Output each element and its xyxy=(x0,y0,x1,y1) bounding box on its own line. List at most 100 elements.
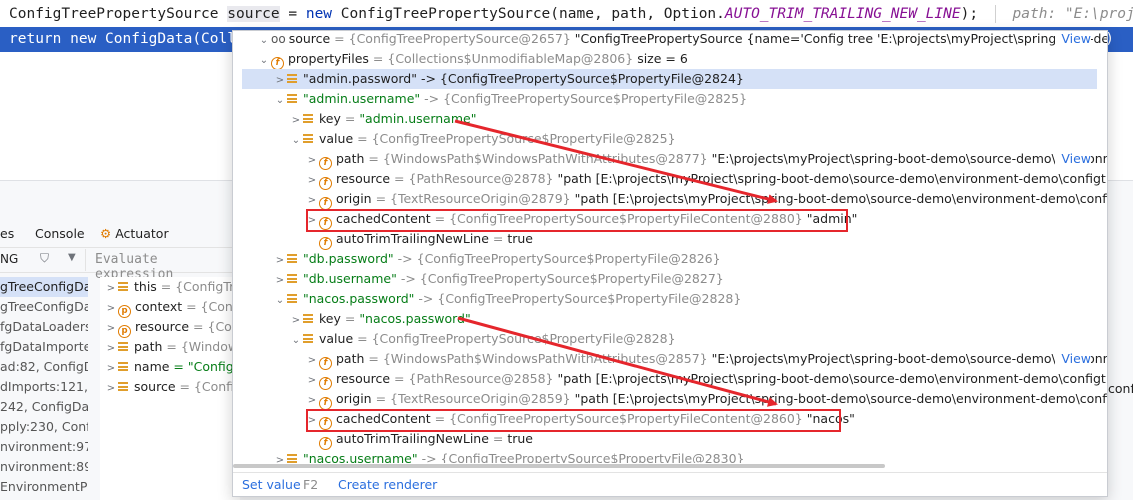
chevron-right-icon[interactable]: > xyxy=(104,299,118,319)
horizontal-scrollbar[interactable] xyxy=(233,463,1107,469)
variable-row[interactable]: > this = {ConfigTr xyxy=(100,277,240,297)
inline-hint-separator xyxy=(994,5,996,23)
tree-row-value[interactable]: ⌄ value = {ConfigTreePropertySource$Prope… xyxy=(233,129,1099,149)
chevron-right-icon[interactable]: > xyxy=(273,451,287,463)
frame-item[interactable]: fgDataLoaders xyxy=(0,317,88,337)
chevron-down-icon[interactable]: ⌄ xyxy=(273,91,287,111)
variable-row[interactable]: > path = {Windows xyxy=(100,337,240,357)
variable-tree[interactable]: ⌄ oo source = {ConfigTreePropertySource@26… xyxy=(233,31,1107,463)
variable-row[interactable]: > source = {Config xyxy=(100,377,240,397)
variable-row[interactable]: >pcontext = {Config xyxy=(100,297,240,319)
object-icon xyxy=(303,134,313,143)
code-variable-source: source xyxy=(227,6,280,22)
chevron-right-icon[interactable]: > xyxy=(305,391,319,411)
tree-row-path[interactable]: > f path = {WindowsPath$WindowsPathWithAtt… xyxy=(233,149,1107,171)
code-constructor: ConfigTreePropertySource(name, path, Opt… xyxy=(332,6,725,22)
tree-row-resource[interactable]: > f resource = {PathResource@2858} "path [… xyxy=(233,369,1107,391)
frame-item[interactable]: nvironment:89, xyxy=(0,457,88,477)
tab-console[interactable]: Console xyxy=(35,226,85,241)
frame-item[interactable]: EnvironmentPre xyxy=(0,477,88,497)
variable-row[interactable]: > name = "Config t xyxy=(100,357,240,377)
frame-item[interactable]: ad:82, ConfigD xyxy=(0,357,88,377)
chevron-down-icon[interactable]: ⌄ xyxy=(273,291,287,311)
tree-row-autotrim[interactable]: f autoTrimTrailingNewLine = true xyxy=(233,229,1099,250)
tree-row-db-username[interactable]: > "db.username" -> {ConfigTreePropertySou… xyxy=(233,269,1099,289)
frame-item[interactable]: dImports:121, C xyxy=(0,377,88,397)
chevron-right-icon[interactable]: > xyxy=(104,359,118,379)
variable-name: path xyxy=(134,339,163,354)
chevron-down-icon[interactable]: ▼ xyxy=(68,252,76,263)
chevron-right-icon[interactable]: > xyxy=(273,71,287,91)
inline-debug-hint: path: "E:\projects\myPr xyxy=(1012,6,1133,22)
scrollbar-thumb[interactable] xyxy=(233,464,885,468)
frame-item[interactable]: gTreeConfigDa xyxy=(0,297,88,317)
row-name: path xyxy=(336,151,365,166)
chevron-right-icon[interactable]: > xyxy=(305,351,319,371)
chevron-right-icon[interactable]: > xyxy=(305,151,319,171)
chevron-right-icon[interactable]: > xyxy=(273,271,287,291)
filter-icon[interactable]: ⛉ xyxy=(40,251,49,266)
view-link[interactable]: View xyxy=(1055,149,1091,169)
tree-row-admin-password[interactable]: > "admin.password" -> {ConfigTreeProperty… xyxy=(242,69,1097,89)
chevron-down-icon[interactable]: ⌄ xyxy=(257,31,271,51)
view-link[interactable]: View xyxy=(1055,349,1091,369)
code-keyword-new: new xyxy=(305,6,333,22)
tab-actuator[interactable]: ⚙ Actuator xyxy=(100,226,169,241)
tree-row-origin[interactable]: > f origin = {TextResourceOrigin@2879} "pa… xyxy=(233,189,1107,211)
tree-row-key[interactable]: > key = "admin.username" xyxy=(233,109,1099,129)
tree-row-nacos-username[interactable]: > "nacos.username" -> {ConfigTreeProperty… xyxy=(233,449,1099,463)
frame-item[interactable]: gTreeConfigDa xyxy=(0,277,88,297)
set-value-link[interactable]: Set value xyxy=(242,473,301,496)
frame-item[interactable]: pply:230, Confi xyxy=(0,417,88,437)
variable-value: = {Config xyxy=(175,379,240,394)
row-type: -> {ConfigTreePropertySource$PropertyFil… xyxy=(414,291,742,306)
thread-selector[interactable]: NG xyxy=(0,252,18,266)
frame-item[interactable]: nvironment:97, xyxy=(0,437,88,457)
row-value: "E:\projects\myProject\spring-boot-demo\… xyxy=(711,151,1108,166)
tree-row-autotrim[interactable]: f autoTrimTrailingNewLine = true xyxy=(233,429,1099,450)
row-type: = {ConfigTreePropertySource@2657} xyxy=(330,31,575,46)
frames-list[interactable]: gTreeConfigDa gTreeConfigDa fgDataLoader… xyxy=(0,277,88,500)
row-value: "E:\projects\myProject\spring-boot-demo\… xyxy=(711,351,1108,366)
frame-item[interactable]: 242, ConfigDat xyxy=(0,397,88,417)
tree-row-path[interactable]: > f path = {WindowsPath$WindowsPathWithAtt… xyxy=(233,349,1107,371)
chevron-down-icon[interactable]: ⌄ xyxy=(257,51,271,71)
tree-row-value[interactable]: ⌄ value = {ConfigTreePropertySource$Prope… xyxy=(233,329,1099,349)
chevron-right-icon[interactable]: > xyxy=(104,339,118,359)
chevron-down-icon[interactable]: ⌄ xyxy=(289,131,303,151)
tree-row-nacos-password[interactable]: ⌄ "nacos.password" -> {ConfigTreeProperty… xyxy=(233,289,1099,309)
chevron-right-icon[interactable]: > xyxy=(289,311,303,331)
chevron-right-icon[interactable]: > xyxy=(104,319,118,339)
tree-row-key[interactable]: > key = "nacos.password" xyxy=(233,309,1099,329)
frame-item[interactable]: fgDataImporter xyxy=(0,337,88,357)
chevron-right-icon[interactable]: > xyxy=(305,371,319,391)
chevron-right-icon[interactable]: > xyxy=(273,251,287,271)
tree-row-source[interactable]: ⌄ oo source = {ConfigTreePropertySource@26… xyxy=(233,31,1107,51)
chevron-right-icon[interactable]: > xyxy=(305,191,319,211)
row-type: -> {ConfigTreePropertySource$PropertyFil… xyxy=(420,91,748,106)
tree-row-resource[interactable]: > f resource = {PathResource@2878} "path [… xyxy=(233,169,1107,191)
chevron-right-icon[interactable]: > xyxy=(289,111,303,131)
chevron-right-icon[interactable]: > xyxy=(104,379,118,399)
row-type: = xyxy=(488,231,508,246)
variables-list[interactable]: >this = {ConfigTr >pcontext = {Config >p… xyxy=(100,277,240,500)
row-name: propertyFiles xyxy=(288,51,369,66)
chevron-down-icon[interactable]: ⌄ xyxy=(289,331,303,351)
tab-frames[interactable]: es xyxy=(0,226,14,241)
view-link[interactable]: View xyxy=(1055,31,1091,49)
variable-name: name xyxy=(134,359,170,374)
row-type: -> {ConfigTreePropertySource$PropertyFil… xyxy=(417,451,745,463)
annotation-box-admin xyxy=(306,209,848,232)
tree-row-db-password[interactable]: > "db.password" -> {ConfigTreePropertySou… xyxy=(233,249,1099,269)
code-line-1[interactable]: ConfigTreePropertySource source = new Co… xyxy=(0,2,1133,27)
create-renderer-link[interactable]: Create renderer xyxy=(338,473,437,496)
tree-row-origin[interactable]: > f origin = {TextResourceOrigin@2859} "pa… xyxy=(233,389,1107,411)
variable-row[interactable]: > p resource = {Conf xyxy=(100,317,240,339)
chevron-right-icon[interactable]: > xyxy=(104,279,118,299)
object-icon xyxy=(118,382,128,391)
tree-row-propertyfiles[interactable]: ⌄ f propertyFiles = {Collections$Unmodifia… xyxy=(233,49,1099,71)
object-icon xyxy=(118,342,128,351)
tree-row-admin-username[interactable]: ⌄ "admin.username" -> {ConfigTreeProperty… xyxy=(233,89,1099,109)
chevron-right-icon[interactable]: > xyxy=(305,171,319,191)
variable-inspector-popup[interactable]: ⌄ oo source = {ConfigTreePropertySource@26… xyxy=(232,30,1108,497)
